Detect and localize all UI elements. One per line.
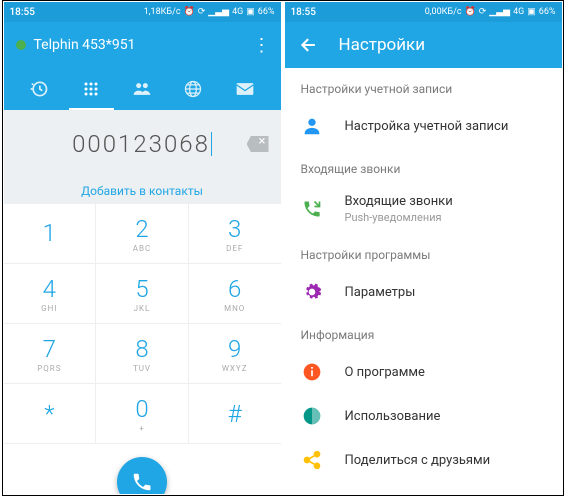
backspace-button[interactable] — [247, 136, 269, 152]
tab-bar — [4, 68, 281, 110]
status-icons: 1,18КБ/с ⏰ ⟳ ▁▃▅ 4G ▣ 66% — [144, 7, 275, 17]
back-arrow-icon[interactable] — [299, 35, 319, 55]
user-icon — [301, 115, 323, 137]
row-title: О программе — [345, 365, 546, 380]
key-9[interactable]: 9WXYZ — [189, 324, 281, 384]
settings-gear-icon — [301, 281, 323, 303]
web-tab-icon[interactable] — [182, 78, 204, 100]
history-tab-icon[interactable] — [28, 78, 50, 100]
row-title: Входящие звонки — [345, 194, 546, 209]
row-account-settings[interactable]: Настройка учетной записи — [285, 104, 562, 148]
sync-icon: ⟳ — [479, 7, 487, 17]
net-speed: 0,00КБ/с — [425, 7, 462, 17]
clock: 18:55 — [291, 7, 316, 18]
row-about[interactable]: О программе — [285, 350, 562, 394]
row-title: Поделиться с друзьями — [345, 453, 546, 468]
battery-pct: 66% — [539, 7, 556, 17]
row-subtitle: Push-уведомления — [345, 211, 546, 224]
key-0[interactable]: 0+ — [96, 384, 189, 444]
dialed-number: 000123068 — [72, 130, 210, 158]
battery-pct: 66% — [258, 7, 275, 17]
app-header: Telphin 453*951 ⋮ — [4, 22, 281, 68]
row-title: Настройка учетной записи — [345, 119, 546, 134]
call-button[interactable] — [117, 457, 167, 494]
signal-icon: ▁▃▅ — [489, 7, 510, 17]
share-icon — [301, 449, 323, 471]
phone-icon — [131, 471, 153, 493]
key-7[interactable]: 7PQRS — [4, 324, 97, 384]
status-bar: 18:55 0,00КБ/с ⏰ ⟳ ▁▃▅ 4G ▣ 66% — [285, 2, 562, 22]
info-icon — [301, 361, 323, 383]
section-account: Настройки учетной записи — [285, 68, 562, 104]
alarm-icon: ⏰ — [465, 7, 476, 17]
row-parameters[interactable]: Параметры — [285, 270, 562, 314]
status-dot-icon — [16, 40, 26, 50]
row-title: Использование — [345, 409, 546, 424]
sync-icon: ⟳ — [198, 7, 206, 17]
number-display[interactable]: 000123068 — [4, 110, 281, 178]
status-icons: 0,00КБ/с ⏰ ⟳ ▁▃▅ 4G ▣ 66% — [425, 7, 556, 17]
overflow-menu-icon[interactable]: ⋮ — [253, 35, 269, 56]
key-4[interactable]: 4GHI — [4, 264, 97, 324]
net-type: 4G — [232, 7, 243, 17]
usage-icon — [301, 405, 323, 427]
row-title: Параметры — [345, 285, 546, 300]
settings-title: Настройки — [339, 35, 426, 55]
settings-screen: 18:55 0,00КБ/с ⏰ ⟳ ▁▃▅ 4G ▣ 66% Настройк… — [285, 2, 562, 494]
contacts-tab-icon[interactable] — [131, 78, 153, 100]
net-type: 4G — [513, 7, 524, 17]
key-8[interactable]: 8TUV — [96, 324, 189, 384]
net-speed: 1,18КБ/с — [144, 7, 181, 17]
settings-header: Настройки — [285, 22, 562, 68]
battery-icon: ▣ — [246, 7, 255, 17]
account-name: Telphin 453*951 — [34, 37, 253, 53]
row-incoming-calls[interactable]: Входящие звонки Push-уведомления — [285, 184, 562, 234]
status-bar: 18:55 1,18КБ/с ⏰ ⟳ ▁▃▅ 4G ▣ 66% — [4, 2, 281, 22]
key-6[interactable]: 6MNO — [189, 264, 281, 324]
key-hash[interactable]: # — [189, 384, 281, 444]
key-3[interactable]: 3DEF — [189, 204, 281, 264]
section-incoming: Входящие звонки — [285, 148, 562, 184]
section-info: Информация — [285, 314, 562, 350]
dialer-screen: 18:55 1,18КБ/с ⏰ ⟳ ▁▃▅ 4G ▣ 66% Telphin … — [4, 2, 281, 494]
key-star[interactable]: * — [4, 384, 97, 444]
row-share[interactable]: Поделиться с друзьями — [285, 438, 562, 482]
keypad: 1 2ABC 3DEF 4GHI 5JKL 6MNO 7PQRS 8TUV 9W… — [4, 204, 281, 494]
section-app: Настройки программы — [285, 234, 562, 270]
clock: 18:55 — [10, 7, 35, 18]
signal-icon: ▁▃▅ — [208, 7, 229, 17]
row-usage[interactable]: Использование — [285, 394, 562, 438]
add-to-contacts-link[interactable]: Добавить в контакты — [4, 178, 281, 204]
alarm-icon: ⏰ — [184, 7, 195, 17]
messages-tab-icon[interactable] — [234, 78, 256, 100]
cursor — [211, 132, 212, 156]
key-2[interactable]: 2ABC — [96, 204, 189, 264]
key-1[interactable]: 1 — [4, 204, 97, 264]
phone-in-icon — [301, 198, 323, 220]
battery-icon: ▣ — [527, 7, 536, 17]
dialpad-tab-icon[interactable] — [80, 78, 102, 100]
key-5[interactable]: 5JKL — [96, 264, 189, 324]
